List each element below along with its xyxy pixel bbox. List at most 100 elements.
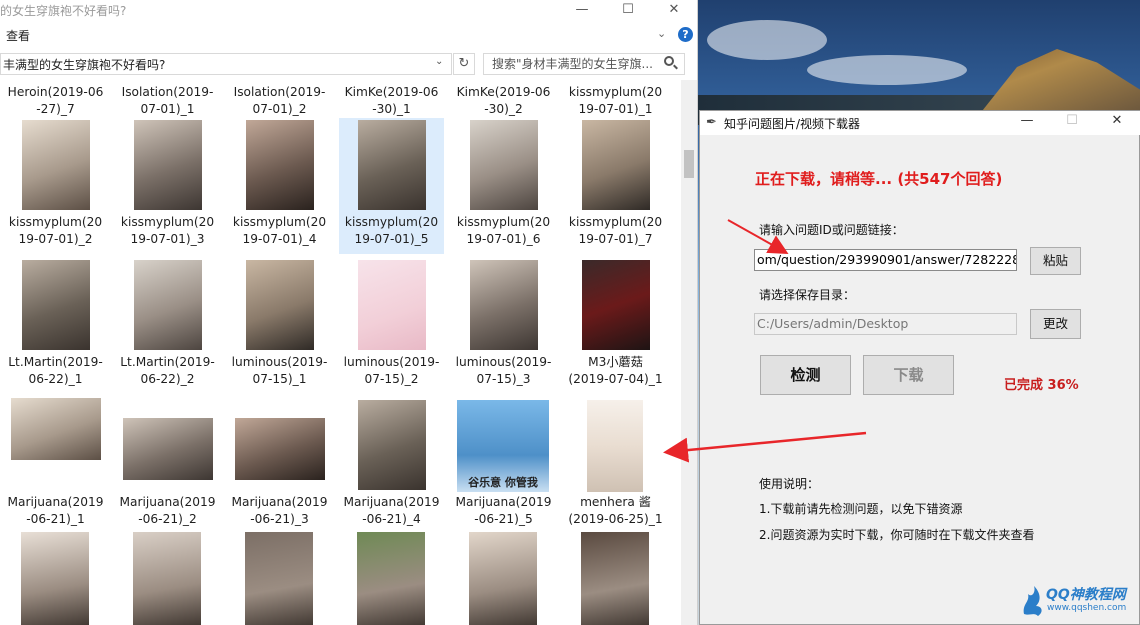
file-name: Lt.Martin(2019- 06-22)_2 [120, 355, 215, 386]
image-thumbnail[interactable] [21, 532, 89, 625]
change-dir-button[interactable]: 更改 [1030, 309, 1081, 339]
file-item[interactable]: KimKe(2019-06 -30)_1 [339, 82, 444, 118]
detect-button[interactable]: 检测 [760, 355, 851, 395]
download-button[interactable]: 下载 [863, 355, 954, 395]
file-item[interactable]: kissmyplum(20 19-07-01)_2 [3, 118, 108, 254]
explorer-title: 的女生穿旗袍不好看吗? [0, 4, 127, 18]
file-item[interactable]: Isolation(2019- 07-01)_1 [115, 82, 220, 118]
paste-button[interactable]: 粘贴 [1030, 247, 1081, 275]
file-name: menhera 酱 (2019-06-25)_1 [568, 495, 663, 526]
save-dir-input[interactable]: C:/Users/admin/Desktop [754, 313, 1017, 335]
downloader-window: ✒ 知乎问题图片/视频下载器 — ☐ ✕ 正在下载，请稍等... (共547个回… [699, 110, 1140, 625]
image-thumbnail [469, 120, 538, 210]
image-thumbnail [581, 260, 650, 350]
file-item[interactable]: kissmyplum(20 19-07-01)_1 [563, 82, 668, 118]
file-item[interactable]: 谷乐意 你管我 Marijuana(2019 -06-21)_5 [451, 398, 556, 534]
image-thumbnail [245, 260, 314, 350]
file-item[interactable]: luminous(2019- 07-15)_1 [227, 258, 332, 394]
image-thumbnail [581, 120, 650, 210]
usage-step-1: 1.下载前请先检测问题，以免下错资源 [759, 502, 963, 516]
explorer-titlebar: 的女生穿旗袍不好看吗? — ☐ ✕ [0, 0, 697, 22]
image-thumbnail[interactable] [581, 532, 649, 625]
file-name: Marijuana(2019 -06-21)_5 [455, 495, 552, 526]
search-icon[interactable] [664, 56, 674, 66]
file-item[interactable]: Marijuana(2019 -06-21)_4 [339, 398, 444, 534]
image-thumbnail [122, 418, 213, 480]
image-thumbnail[interactable] [469, 532, 537, 625]
file-item[interactable]: Marijuana(2019 -06-21)_2 [115, 398, 220, 534]
usage-title: 使用说明： [759, 477, 820, 491]
search-input[interactable]: 搜索"身材丰满型的女生穿旗... [483, 53, 685, 75]
file-name: luminous(2019- 07-15)_2 [343, 355, 440, 386]
watermark-name: QQ神教程网 [1046, 587, 1126, 603]
dl-minimize-button[interactable]: — [1007, 113, 1047, 133]
file-explorer-window: 的女生穿旗袍不好看吗? — ☐ ✕ 查看 ⌄ ? 丰满型的女生穿旗袍不好看吗? … [0, 0, 698, 625]
address-bar[interactable]: 丰满型的女生穿旗袍不好看吗? [0, 53, 452, 75]
menu-view[interactable]: 查看 [6, 27, 30, 44]
file-name: Marijuana(2019 -06-21)_4 [343, 495, 440, 526]
file-item[interactable]: Marijuana(2019 -06-21)_1 [3, 398, 108, 534]
image-thumbnail [21, 260, 90, 350]
refresh-icon[interactable]: ↻ [453, 53, 475, 75]
file-grid: Heroin(2019-06 -27)_7 Isolation(2019- 07-… [0, 80, 680, 625]
image-thumbnail [133, 120, 202, 210]
file-name: KimKe(2019-06 -30)_2 [456, 85, 551, 116]
watermark-url: www.qqshen.com [1047, 603, 1127, 613]
file-name: kissmyplum(20 19-07-01)_1 [568, 85, 663, 116]
close-button[interactable]: ✕ [656, 0, 692, 22]
vertical-scrollbar[interactable] [681, 80, 697, 625]
file-item[interactable]: Isolation(2019- 07-01)_2 [227, 82, 332, 118]
scrollbar-thumb[interactable] [684, 150, 694, 178]
downloader-title: 知乎问题图片/视频下载器 [724, 117, 861, 131]
file-name: Isolation(2019- 07-01)_2 [233, 85, 326, 116]
file-name: Marijuana(2019 -06-21)_1 [7, 495, 104, 526]
file-item[interactable]: luminous(2019- 07-15)_3 [451, 258, 556, 394]
image-thumbnail [357, 400, 426, 490]
progress-text: 已完成 36% [1004, 378, 1079, 393]
file-name: Heroin(2019-06 -27)_7 [7, 85, 104, 116]
help-icon[interactable]: ? [678, 27, 693, 42]
file-item[interactable]: menhera 酱 (2019-06-25)_1 [563, 398, 668, 534]
dir-label: 请选择保存目录： [759, 288, 856, 302]
file-name: kissmyplum(20 19-07-01)_6 [456, 215, 551, 246]
downloader-titlebar: ✒ 知乎问题图片/视频下载器 — ☐ ✕ [700, 111, 1140, 135]
file-item[interactable]: kissmyplum(20 19-07-01)_6 [451, 118, 556, 254]
image-thumbnail [10, 398, 101, 460]
file-item[interactable]: kissmyplum(20 19-07-01)_7 [563, 118, 668, 254]
image-thumbnail [587, 400, 643, 492]
thumbnail-caption: 谷乐意 你管我 [468, 476, 538, 489]
image-thumbnail [469, 260, 538, 350]
file-name: M3小蘑菇 (2019-07-04)_1 [568, 355, 663, 386]
question-label: 请输入问题ID或问题链接： [759, 223, 904, 237]
address-row: 丰满型的女生穿旗袍不好看吗? ⌄ ↻ 搜索"身材丰满型的女生穿旗... [0, 52, 697, 78]
image-thumbnail[interactable] [133, 532, 201, 625]
file-item[interactable]: kissmyplum(20 19-07-01)_3 [115, 118, 220, 254]
file-item[interactable]: Heroin(2019-06 -27)_7 [3, 82, 108, 118]
file-item[interactable]: Marijuana(2019 -06-21)_3 [227, 398, 332, 534]
file-item[interactable]: kissmyplum(20 19-07-01)_4 [227, 118, 332, 254]
image-thumbnail [357, 120, 426, 210]
file-name: Marijuana(2019 -06-21)_3 [231, 495, 328, 526]
file-name: luminous(2019- 07-15)_3 [455, 355, 552, 386]
minimize-button[interactable]: — [564, 0, 600, 22]
question-input[interactable]: om/question/293990901/answer/728222816 [754, 249, 1017, 271]
file-item[interactable]: luminous(2019- 07-15)_2 [339, 258, 444, 394]
dl-maximize-button[interactable]: ☐ [1052, 113, 1092, 133]
dl-close-button[interactable]: ✕ [1097, 113, 1137, 133]
watermark-logo: QQ神教程网 www.qqshen.com [1020, 582, 1140, 622]
file-item[interactable]: Lt.Martin(2019- 06-22)_2 [115, 258, 220, 394]
address-dropdown-icon[interactable]: ⌄ [435, 56, 443, 67]
image-thumbnail [234, 418, 325, 480]
file-item[interactable]: M3小蘑菇 (2019-07-04)_1 [563, 258, 668, 394]
maximize-button[interactable]: ☐ [610, 0, 646, 22]
file-name: kissmyplum(20 19-07-01)_2 [8, 215, 103, 246]
image-thumbnail[interactable] [357, 532, 425, 625]
file-item[interactable]: kissmyplum(20 19-07-01)_5 [339, 118, 444, 254]
file-name: kissmyplum(20 19-07-01)_3 [120, 215, 215, 246]
file-name: Marijuana(2019 -06-21)_2 [119, 495, 216, 526]
file-item[interactable]: Lt.Martin(2019- 06-22)_1 [3, 258, 108, 394]
file-item[interactable]: KimKe(2019-06 -30)_2 [451, 82, 556, 118]
image-thumbnail [133, 260, 202, 350]
image-thumbnail[interactable] [245, 532, 313, 625]
chevron-down-icon[interactable]: ⌄ [657, 27, 666, 40]
